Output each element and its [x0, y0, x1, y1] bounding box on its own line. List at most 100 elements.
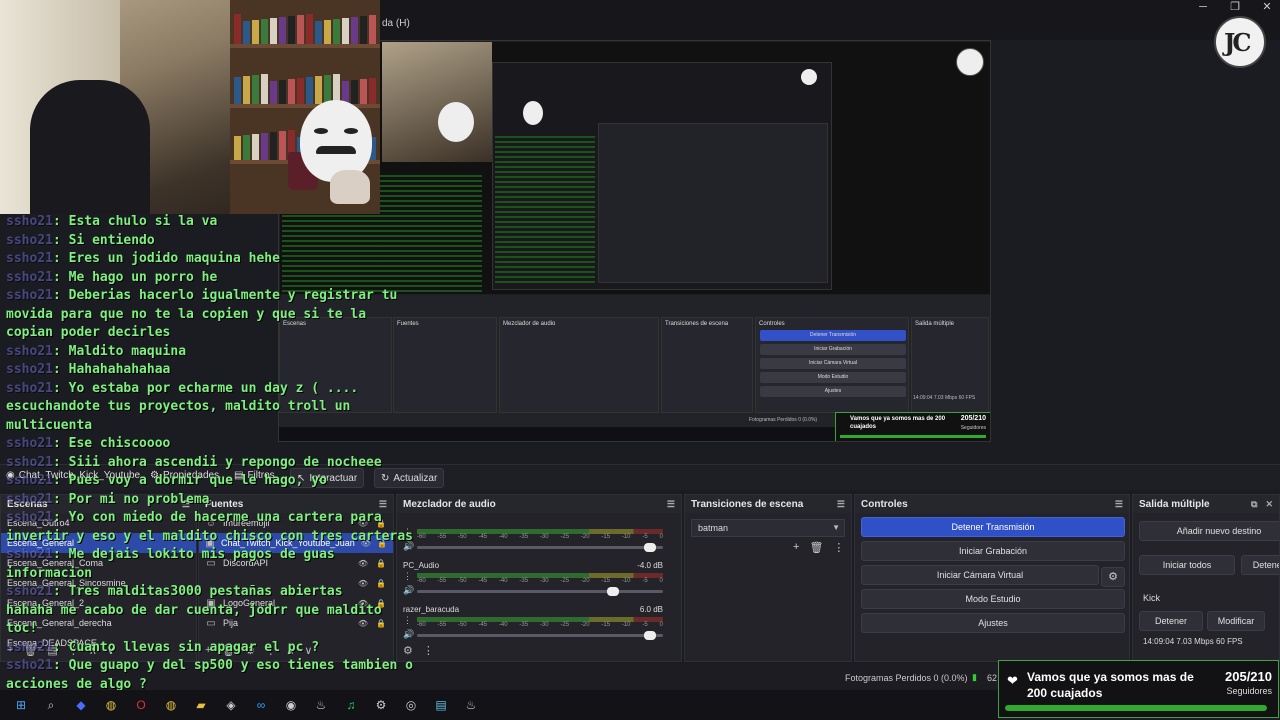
follower-count: 205/210	[1225, 669, 1272, 684]
windows-icon[interactable]: ⊞	[12, 696, 30, 714]
book	[306, 14, 313, 44]
chrome-icon[interactable]: ◍	[102, 696, 120, 714]
book	[261, 19, 268, 44]
notepad-icon[interactable]: ▤	[432, 696, 450, 714]
modify-kick-button[interactable]: Modificar	[1207, 611, 1265, 631]
volume-slider[interactable]	[417, 543, 663, 552]
dock-menu-icon[interactable]: ☰	[379, 499, 387, 510]
chat-message: ssho21: Maldito maquina	[6, 344, 186, 359]
pv-notif-bar	[840, 435, 986, 438]
ubisoft-icon[interactable]: ◎	[402, 696, 420, 714]
scale-tick: -45	[478, 534, 488, 540]
volume-slider[interactable]	[417, 631, 663, 640]
more-icon[interactable]: ⋮	[423, 644, 434, 657]
dock-menu-icon[interactable]: ☰	[837, 499, 845, 510]
virtual-camera-settings-icon[interactable]: ⚙	[1101, 567, 1125, 587]
dock-menu-icon[interactable]: ☰	[1115, 499, 1123, 510]
chat-username: ssho21	[6, 454, 53, 470]
add-icon[interactable]: +	[793, 541, 799, 554]
track-db: 6.0 dB	[639, 605, 663, 614]
settings-button[interactable]: Ajustes	[861, 613, 1125, 633]
scale-tick: -40	[498, 578, 508, 584]
chat-text: : Que guapo y del sp500 y eso tienes tam…	[52, 658, 413, 673]
spotify-icon[interactable]: ♫	[342, 696, 360, 714]
lock-icon[interactable]: 🔒	[375, 559, 387, 568]
chat-message: ssho21: Que guapo y del sp500 y eso tien…	[6, 658, 413, 673]
lock-icon[interactable]: 🔒	[375, 579, 387, 588]
volume-knob[interactable]	[606, 587, 619, 596]
studio-mode-button[interactable]: Modo Estudio	[861, 589, 1125, 609]
dock-menu-icon[interactable]: ☰	[667, 499, 675, 510]
add-destination-button[interactable]: Añadir nuevo destino	[1139, 521, 1279, 541]
scale-tick: -30	[539, 622, 549, 628]
book	[279, 17, 286, 44]
start-recording-button[interactable]: Iniciar Grabación	[861, 541, 1125, 561]
chat-username: ssho21	[6, 343, 53, 359]
close-icon[interactable]: ✕	[1265, 499, 1273, 510]
chat-username: ssho21	[6, 251, 53, 266]
nested-mask	[523, 101, 543, 125]
chat-message: toc!	[6, 621, 37, 636]
visualstudio-icon[interactable]: ∞	[252, 696, 270, 714]
scale-tick: -60	[417, 578, 426, 584]
pv-multi-title: Salida múltiple	[915, 321, 955, 327]
trash-icon[interactable]: 🗑	[809, 541, 823, 554]
book	[279, 80, 286, 104]
visibility-icon[interactable]: 👁	[357, 619, 369, 628]
visibility-icon[interactable]: 👁	[357, 559, 369, 568]
close-button[interactable]: ✕	[1260, 0, 1274, 14]
preview-notification: Vamos que ya somos mas de 200 cuajados 2…	[835, 412, 990, 441]
pv-notif-count: 205/210	[960, 415, 986, 422]
lock-icon[interactable]: 🔒	[375, 619, 387, 628]
refresh-button[interactable]: ↻ Actualizar	[374, 468, 445, 488]
stop-stream-button[interactable]: Detener Transmisión	[861, 517, 1125, 537]
gear-icon[interactable]: ⚙	[403, 644, 413, 657]
steam-icon[interactable]: ♨	[312, 696, 330, 714]
chrome-icon[interactable]: ◍	[162, 696, 180, 714]
menu-help[interactable]: da (H)	[382, 18, 410, 29]
scale-tick: -5	[642, 534, 648, 540]
source-type-icon: ▭	[206, 617, 216, 629]
volume-knob[interactable]	[643, 543, 656, 552]
more-icon[interactable]: ⋮	[833, 541, 844, 554]
app-icon[interactable]: ◈	[222, 696, 240, 714]
settings-icon[interactable]: ⚙	[372, 696, 390, 714]
volume-slider[interactable]	[417, 587, 663, 596]
channel-logo: JC	[1214, 16, 1266, 68]
visibility-icon[interactable]: 👁	[357, 579, 369, 588]
more-icon[interactable]: ⋮	[403, 615, 412, 626]
stop-kick-button[interactable]: Detener	[1139, 611, 1203, 631]
vscode-icon[interactable]: ◆	[72, 696, 90, 714]
preview-nested-screen	[492, 62, 832, 290]
start-virtual-camera-button[interactable]: Iniciar Cámara Virtual	[861, 565, 1099, 585]
more-icon[interactable]: ⋮	[403, 571, 412, 582]
folder-icon[interactable]: ▰	[192, 696, 210, 714]
speaker-icon[interactable]: 🔊	[403, 585, 414, 596]
book	[288, 16, 295, 44]
float-icon[interactable]: ⧉	[1251, 499, 1257, 510]
steam-icon[interactable]: ♨	[462, 696, 480, 714]
transition-select[interactable]: batman ▼	[691, 519, 845, 537]
chat-text: invertir y eso y el maldito chisco con t…	[6, 528, 413, 544]
minimize-button[interactable]: ─	[1196, 0, 1210, 14]
scale-tick: -15	[601, 534, 611, 540]
scale-tick: -55	[437, 578, 447, 584]
book	[315, 21, 322, 44]
scale-tick: -35	[519, 534, 529, 540]
guy-fawkes-mask	[300, 100, 372, 182]
program-preview[interactable]: Escenas Fuentes Mezclador de audio Trans…	[278, 40, 991, 442]
speaker-icon[interactable]: 🔊	[403, 629, 414, 640]
start-all-button[interactable]: Iniciar todos	[1139, 555, 1235, 575]
maximize-button[interactable]: ❐	[1228, 0, 1242, 14]
search-icon[interactable]: ⌕	[42, 696, 60, 714]
pv-settings: Ajustes	[760, 386, 906, 397]
stop-all-button[interactable]: Detener todos	[1241, 555, 1279, 575]
transitions-dock: Transiciones de escena ☰ batman ▼ + 🗑 ⋮	[684, 494, 852, 662]
opera-icon[interactable]: O	[132, 696, 150, 714]
scale-tick: -5	[642, 622, 648, 628]
scale-tick: -50	[457, 534, 467, 540]
chat-message: ssho21: Yo estaba por echarme un day z (…	[6, 381, 358, 396]
scale-tick: -30	[539, 534, 549, 540]
obs-icon[interactable]: ◉	[282, 696, 300, 714]
volume-knob[interactable]	[643, 631, 656, 640]
